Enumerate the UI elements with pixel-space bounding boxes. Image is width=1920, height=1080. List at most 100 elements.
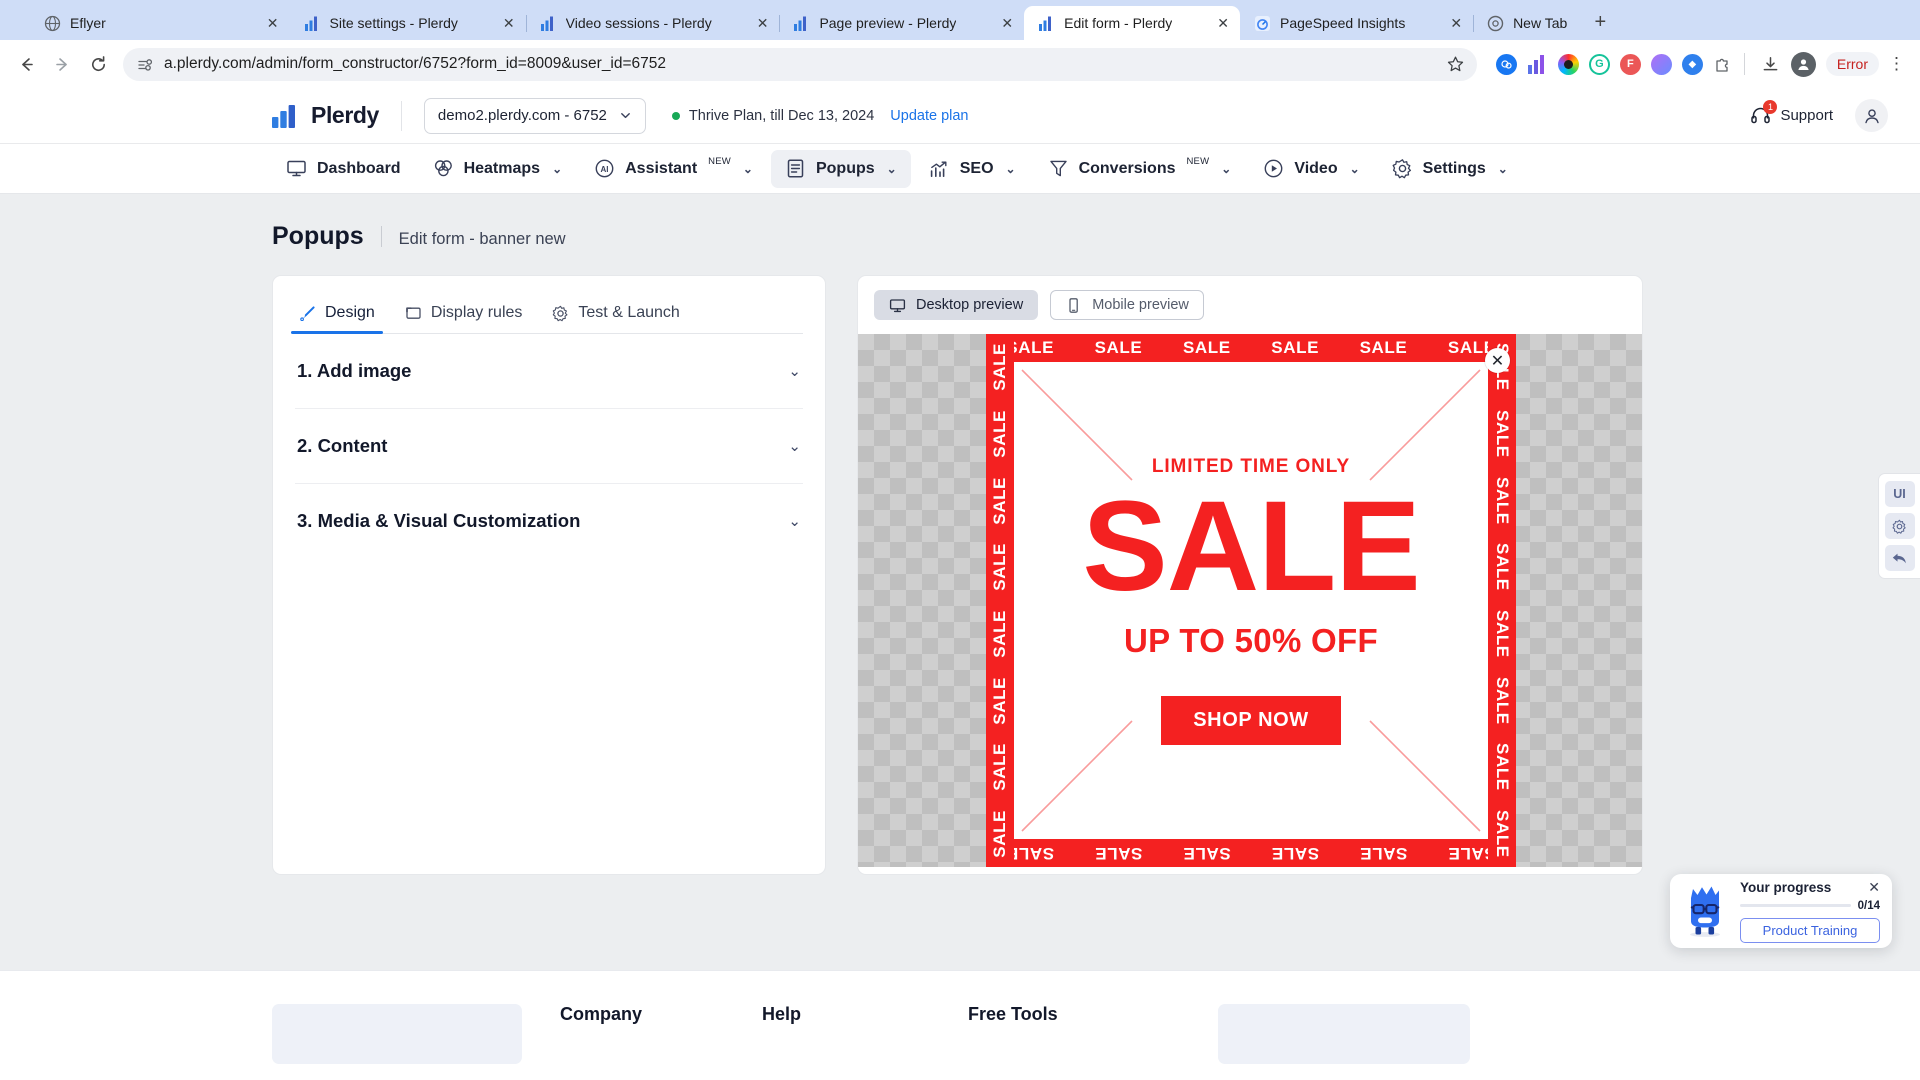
undo-icon[interactable] — [1884, 545, 1915, 571]
url-text[interactable]: a.plerdy.com/admin/form_constructor/6752… — [164, 55, 1436, 73]
tab-close-icon[interactable]: ✕ — [1001, 16, 1013, 30]
ribbon-text: SALE — [1493, 676, 1512, 725]
site-selector[interactable]: demo2.plerdy.com - 6752 — [423, 97, 646, 134]
plerdy-logo-icon — [272, 104, 302, 128]
chevron-down-icon: ⌄ — [1349, 161, 1360, 176]
nav-item-popups[interactable]: Popups ⌄ — [770, 149, 911, 188]
palette-extension-icon[interactable] — [1650, 53, 1672, 75]
footer-placeholder-left — [272, 1004, 522, 1064]
desktop-preview-label: Desktop preview — [916, 297, 1024, 313]
chevron-down-icon[interactable]: ⌄ — [788, 362, 801, 380]
gear-icon[interactable] — [1884, 513, 1915, 539]
progress-bar — [1740, 904, 1851, 907]
desktop-preview-button[interactable]: Desktop preview — [874, 290, 1039, 320]
nav-item-label: SEO — [959, 159, 994, 177]
tab-title: PageSpeed Insights — [1280, 15, 1406, 31]
close-icon[interactable]: ✕ — [1868, 880, 1880, 894]
ribbon-text: SALE — [1493, 609, 1512, 658]
brush-icon — [299, 305, 316, 322]
site-info-icon[interactable] — [137, 56, 154, 73]
progress-header: Your progress ✕ — [1740, 880, 1880, 895]
banner-close-icon[interactable]: ✕ — [1485, 348, 1510, 373]
ui-toggle-button[interactable]: UI — [1884, 481, 1915, 507]
plan-status: Thrive Plan, till Dec 13, 2024 — [671, 108, 874, 124]
chrome-menu-icon[interactable]: ⋮ — [1883, 54, 1910, 74]
new-tab-button[interactable]: + — [1585, 7, 1615, 37]
accordion-add-image[interactable]: 1. Add image ⌄ — [295, 334, 803, 409]
ribbon-text: SALE — [1271, 844, 1320, 863]
user-avatar[interactable] — [1855, 99, 1888, 132]
chevron-down-icon: ⌄ — [1497, 161, 1508, 176]
nav-item-conversions[interactable]: Conversions NEW ⌄ — [1034, 150, 1246, 188]
tab-label: Test & Launch — [578, 304, 680, 321]
browser-tab-new-tab[interactable]: New Tab — [1473, 6, 1578, 40]
chevron-down-icon[interactable]: ⌄ — [788, 512, 801, 530]
banner-subline: UP TO 50% OFF — [1124, 621, 1378, 659]
browser-tab-site-settings[interactable]: Site settings - Plerdy ✕ — [290, 6, 527, 40]
tag-extension-icon[interactable]: ◆ — [1681, 53, 1703, 75]
screen-icon — [405, 305, 422, 322]
editor-tabs: Design Display rules Test & Launch — [291, 298, 803, 334]
browser-tab-eflyer[interactable]: Eflyer ✕ — [30, 6, 290, 40]
tab-display-rules[interactable]: Display rules — [403, 298, 525, 333]
nav-item-badge: NEW — [708, 156, 731, 167]
plerdy-logo[interactable]: Plerdy — [272, 102, 379, 129]
back-icon[interactable] — [10, 48, 42, 80]
breadcrumb: Popups Edit form - banner new — [0, 194, 1920, 251]
nav-item-video[interactable]: Video ⌄ — [1249, 150, 1373, 188]
nav-item-label: Popups — [815, 159, 875, 177]
app-nav: Dashboard Heatmaps ⌄ AI Assistant NEW ⌄ — [0, 144, 1920, 194]
tab-close-icon[interactable]: ✕ — [503, 16, 515, 30]
grammarly-extension-icon[interactable]: G — [1588, 53, 1610, 75]
support-button[interactable]: 1 Support — [1750, 100, 1833, 126]
mobile-icon — [1065, 297, 1082, 314]
profile-avatar[interactable] — [1790, 51, 1816, 77]
update-plan-link[interactable]: Update plan — [890, 108, 968, 124]
plerdy-extension-icon[interactable] — [1527, 54, 1548, 75]
error-badge[interactable]: Error — [1825, 52, 1879, 76]
browser-tab-video-sessions[interactable]: Video sessions - Plerdy ✕ — [526, 6, 781, 40]
support-label: Support — [1780, 107, 1833, 124]
tab-close-icon[interactable]: ✕ — [267, 16, 279, 30]
tab-close-icon[interactable]: ✕ — [1217, 16, 1229, 30]
tab-close-icon[interactable]: ✕ — [1450, 16, 1462, 30]
bookmark-star-icon[interactable] — [1446, 55, 1469, 74]
progress-body: Your progress ✕ 0/14 Product Training — [1740, 880, 1880, 943]
footer-column-company: Company — [560, 1004, 643, 1024]
download-icon[interactable] — [1755, 48, 1787, 80]
browser-tabstrip: Eflyer ✕ Site settings - Plerdy ✕ Video … — [0, 0, 1920, 40]
tab-design[interactable]: Design — [291, 298, 383, 334]
mobile-preview-button[interactable]: Mobile preview — [1050, 290, 1204, 320]
colorzilla-extension-icon[interactable] — [1557, 53, 1579, 75]
nav-item-dashboard[interactable]: Dashboard — [272, 150, 415, 188]
nav-item-seo[interactable]: SEO ⌄ — [915, 150, 1030, 188]
browser-tab-edit-form[interactable]: Edit form - Plerdy ✕ — [1024, 6, 1240, 40]
messenger-extension-icon[interactable] — [1495, 53, 1517, 75]
accordion-media-visual-customization[interactable]: 3. Media & Visual Customization ⌄ — [295, 484, 803, 558]
address-bar[interactable]: a.plerdy.com/admin/form_constructor/6752… — [123, 47, 1477, 81]
shop-now-button[interactable]: SHOP NOW — [1161, 695, 1341, 745]
ribbon-text: SALE — [1493, 743, 1512, 791]
chevron-down-icon[interactable]: ⌄ — [788, 437, 801, 455]
puzzle-extension-icon[interactable] — [1713, 54, 1734, 75]
tab-title: Eflyer — [70, 15, 106, 31]
nav-item-settings[interactable]: Settings ⌄ — [1378, 150, 1522, 188]
reload-icon[interactable] — [82, 48, 114, 80]
forward-icon[interactable] — [46, 48, 78, 80]
browser-tab-pagespeed[interactable]: PageSpeed Insights ✕ — [1240, 6, 1475, 40]
nav-item-heatmaps[interactable]: Heatmaps ⌄ — [419, 150, 577, 188]
tab-close-icon[interactable]: ✕ — [757, 16, 769, 30]
monitor-icon — [889, 297, 906, 314]
form-icon — [785, 158, 806, 179]
accordion-content[interactable]: 2. Content ⌄ — [295, 409, 803, 484]
fonts-extension-icon[interactable]: F — [1619, 53, 1641, 75]
ribbon-text: SALE — [1094, 844, 1143, 863]
nav-item-assistant[interactable]: AI Assistant NEW ⌄ — [580, 150, 767, 188]
browser-tab-page-preview[interactable]: Page preview - Plerdy ✕ — [779, 6, 1026, 40]
ribbon-text: SALE — [990, 676, 1009, 725]
product-training-button[interactable]: Product Training — [1740, 917, 1880, 943]
browser-toolbar: a.plerdy.com/admin/form_constructor/6752… — [0, 40, 1920, 88]
chevron-down-icon: ⌄ — [742, 161, 753, 176]
tab-test-launch[interactable]: Test & Launch — [550, 298, 681, 333]
browser-window: Eflyer ✕ Site settings - Plerdy ✕ Video … — [0, 0, 1920, 1080]
